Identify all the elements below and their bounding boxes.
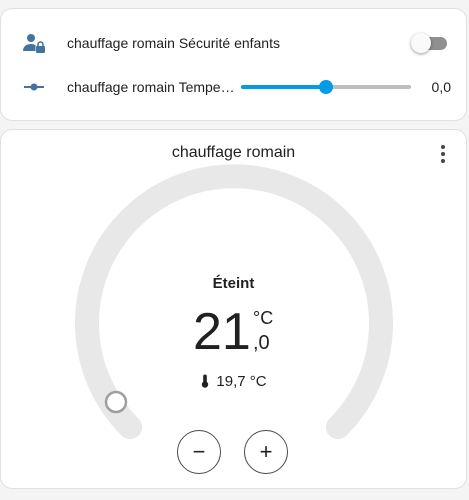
toggle-knob — [411, 33, 431, 53]
entities-card: chauffage romain Sécurité enfants chauff… — [0, 8, 467, 121]
temperature-offset-row: chauffage romain Tempera... 0,0 — [1, 67, 466, 107]
dial-handle[interactable] — [104, 390, 128, 414]
child-lock-row[interactable]: chauffage romain Sécurité enfants — [1, 23, 466, 63]
slider-fill — [241, 85, 326, 89]
target-temperature-integer: 21 — [193, 303, 251, 361]
temperature-offset-slider[interactable] — [241, 77, 411, 97]
child-lock-toggle[interactable] — [411, 33, 447, 53]
hvac-state: Éteint — [212, 275, 255, 292]
account-lock-icon — [21, 30, 47, 56]
current-temperature: 19,7 °C — [216, 373, 267, 390]
child-lock-label: chauffage romain Sécurité enfants — [67, 35, 280, 51]
current-temperature-row: 19,7 °C — [1, 373, 466, 390]
slider-thumb[interactable] — [319, 80, 333, 94]
thermometer-icon — [200, 374, 210, 388]
ray-vertex-icon — [21, 74, 47, 100]
increase-temperature-button[interactable]: + — [244, 430, 288, 474]
temperature-unit: °C — [253, 308, 274, 328]
temperature-offset-label: chauffage romain Tempera... — [67, 79, 235, 95]
target-temperature-decimal: ,0 — [253, 332, 270, 354]
temperature-offset-value: 0,0 — [431, 79, 451, 95]
decrease-temperature-button[interactable]: − — [177, 430, 221, 474]
thermostat-card: chauffage romain Éteint 21 °C ,0 19,7 °C… — [0, 129, 467, 489]
